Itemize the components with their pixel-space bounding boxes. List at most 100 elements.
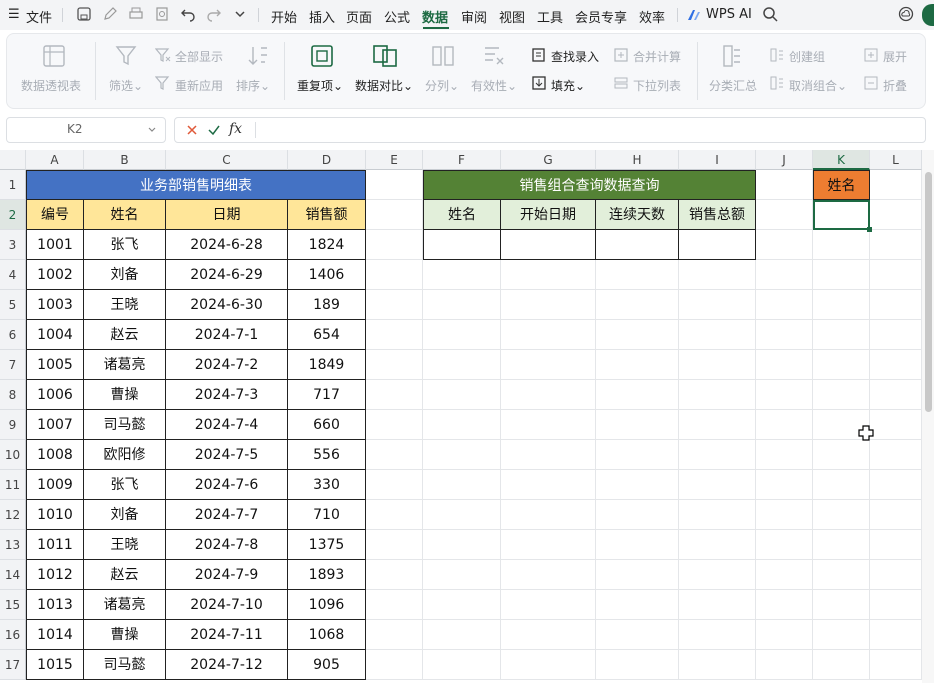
cloud-icon[interactable] bbox=[898, 6, 914, 22]
tab-tools[interactable]: 工具 bbox=[537, 7, 563, 26]
table-cell[interactable]: 2024-7-3 bbox=[166, 380, 288, 410]
table2-input-cell[interactable] bbox=[596, 230, 679, 260]
tab-home[interactable]: 开始 bbox=[271, 7, 297, 26]
table-cell[interactable]: 2024-6-30 bbox=[166, 290, 288, 320]
table-cell[interactable]: 赵云 bbox=[84, 320, 166, 350]
table-cell[interactable]: 2024-7-8 bbox=[166, 530, 288, 560]
pivot-table-button[interactable]: 数据透视表 bbox=[21, 77, 81, 94]
row-header-8[interactable]: 8 bbox=[0, 380, 26, 410]
table1-header[interactable]: 编号 bbox=[26, 200, 84, 230]
tab-efficiency[interactable]: 效率 bbox=[639, 7, 665, 26]
table-cell[interactable]: 2024-7-11 bbox=[166, 620, 288, 650]
table-cell[interactable]: 诸葛亮 bbox=[84, 350, 166, 380]
split-button[interactable]: 分列⌄ bbox=[425, 77, 459, 94]
table-cell[interactable]: 905 bbox=[288, 650, 366, 680]
table-cell[interactable]: 王晓 bbox=[84, 290, 166, 320]
search-icon[interactable] bbox=[762, 6, 778, 22]
table-cell[interactable]: 1002 bbox=[26, 260, 84, 290]
name-box[interactable]: K2 bbox=[6, 117, 166, 143]
table-cell[interactable]: 189 bbox=[288, 290, 366, 320]
table2-input-cell[interactable] bbox=[679, 230, 756, 260]
row-header-1[interactable]: 1 bbox=[0, 170, 26, 200]
table-cell[interactable]: 张飞 bbox=[84, 470, 166, 500]
table-cell[interactable]: 2024-7-2 bbox=[166, 350, 288, 380]
table-cell[interactable]: 1003 bbox=[26, 290, 84, 320]
table-cell[interactable]: 660 bbox=[288, 410, 366, 440]
table-cell[interactable]: 1010 bbox=[26, 500, 84, 530]
table1-title[interactable]: 业务部销售明细表 bbox=[26, 170, 366, 200]
table-cell[interactable]: 1375 bbox=[288, 530, 366, 560]
chevron-down-icon[interactable] bbox=[232, 6, 248, 22]
tab-formulas[interactable]: 公式 bbox=[384, 7, 410, 26]
undo-icon[interactable] bbox=[180, 6, 196, 22]
table-cell[interactable]: 2024-7-12 bbox=[166, 650, 288, 680]
subtotal-button[interactable]: 分类汇总 bbox=[709, 77, 757, 94]
table-cell[interactable]: 王晓 bbox=[84, 530, 166, 560]
table-cell[interactable]: 2024-7-9 bbox=[166, 560, 288, 590]
table-cell[interactable]: 1001 bbox=[26, 230, 84, 260]
row-header-5[interactable]: 5 bbox=[0, 290, 26, 320]
table2-header[interactable]: 销售总额 bbox=[679, 200, 756, 230]
table-cell[interactable]: 1006 bbox=[26, 380, 84, 410]
create-group-button[interactable]: 创建组 bbox=[789, 48, 825, 65]
column-header-g[interactable]: G bbox=[501, 150, 596, 170]
table-cell[interactable]: 赵云 bbox=[84, 560, 166, 590]
table-cell[interactable]: 1096 bbox=[288, 590, 366, 620]
table2-header[interactable]: 开始日期 bbox=[501, 200, 596, 230]
table2-header[interactable]: 连续天数 bbox=[596, 200, 679, 230]
column-header-i[interactable]: I bbox=[679, 150, 756, 170]
insert-function-button[interactable]: fx bbox=[229, 121, 242, 137]
print-icon[interactable] bbox=[128, 6, 144, 22]
row-header-9[interactable]: 9 bbox=[0, 410, 26, 440]
hamburger-icon[interactable]: ☰ bbox=[8, 7, 20, 22]
file-menu[interactable]: 文件 bbox=[26, 7, 52, 26]
table1-header[interactable]: 销售额 bbox=[288, 200, 366, 230]
vertical-scrollbar[interactable] bbox=[925, 172, 932, 412]
table-cell[interactable]: 1893 bbox=[288, 560, 366, 590]
tab-data[interactable]: 数据 bbox=[422, 7, 448, 26]
confirm-icon[interactable] bbox=[207, 123, 221, 137]
row-header-12[interactable]: 12 bbox=[0, 500, 26, 530]
table-cell[interactable]: 1015 bbox=[26, 650, 84, 680]
tab-insert[interactable]: 插入 bbox=[309, 7, 335, 26]
table-cell[interactable]: 2024-7-6 bbox=[166, 470, 288, 500]
compare-button[interactable]: 数据对比⌄ bbox=[355, 77, 413, 94]
collapse-button[interactable]: 折叠 bbox=[883, 77, 907, 94]
tab-member[interactable]: 会员专享 bbox=[575, 7, 627, 26]
table-cell[interactable]: 1007 bbox=[26, 410, 84, 440]
table-cell[interactable]: 欧阳修 bbox=[84, 440, 166, 470]
table-cell[interactable]: 2024-7-4 bbox=[166, 410, 288, 440]
column-header-h[interactable]: H bbox=[596, 150, 679, 170]
row-header-17[interactable]: 17 bbox=[0, 650, 26, 680]
validity-button[interactable]: 有效性⌄ bbox=[471, 77, 517, 94]
fill-button[interactable]: 填充⌄ bbox=[551, 77, 585, 94]
column-header-f[interactable]: F bbox=[423, 150, 501, 170]
table-cell[interactable]: 330 bbox=[288, 470, 366, 500]
avatar[interactable] bbox=[922, 4, 934, 26]
find-entry-button[interactable]: 查找录入 bbox=[551, 48, 599, 65]
redo-icon[interactable] bbox=[206, 6, 222, 22]
tab-page[interactable]: 页面 bbox=[346, 7, 372, 26]
tab-review[interactable]: 审阅 bbox=[461, 7, 487, 26]
save-icon[interactable] bbox=[76, 6, 92, 22]
table-cell[interactable]: 1011 bbox=[26, 530, 84, 560]
table-cell[interactable]: 刘备 bbox=[84, 260, 166, 290]
table-cell[interactable]: 556 bbox=[288, 440, 366, 470]
ungroup-button[interactable]: 取消组合⌄ bbox=[789, 77, 847, 94]
column-header-c[interactable]: C bbox=[166, 150, 288, 170]
table2-input-cell[interactable] bbox=[423, 230, 501, 260]
table2-input-cell[interactable] bbox=[501, 230, 596, 260]
column-header-k[interactable]: K bbox=[813, 150, 870, 170]
row-header-6[interactable]: 6 bbox=[0, 320, 26, 350]
table2-title[interactable]: 销售组合查询数据查询 bbox=[423, 170, 756, 200]
table1-header[interactable]: 姓名 bbox=[84, 200, 166, 230]
k1-name-label[interactable]: 姓名 bbox=[813, 170, 870, 200]
row-header-16[interactable]: 16 bbox=[0, 620, 26, 650]
table-cell[interactable]: 717 bbox=[288, 380, 366, 410]
table-cell[interactable]: 2024-7-1 bbox=[166, 320, 288, 350]
column-header-l[interactable]: L bbox=[870, 150, 922, 170]
table-cell[interactable]: 1824 bbox=[288, 230, 366, 260]
table-cell[interactable]: 曹操 bbox=[84, 620, 166, 650]
cancel-icon[interactable] bbox=[185, 123, 199, 137]
table-cell[interactable]: 1009 bbox=[26, 470, 84, 500]
